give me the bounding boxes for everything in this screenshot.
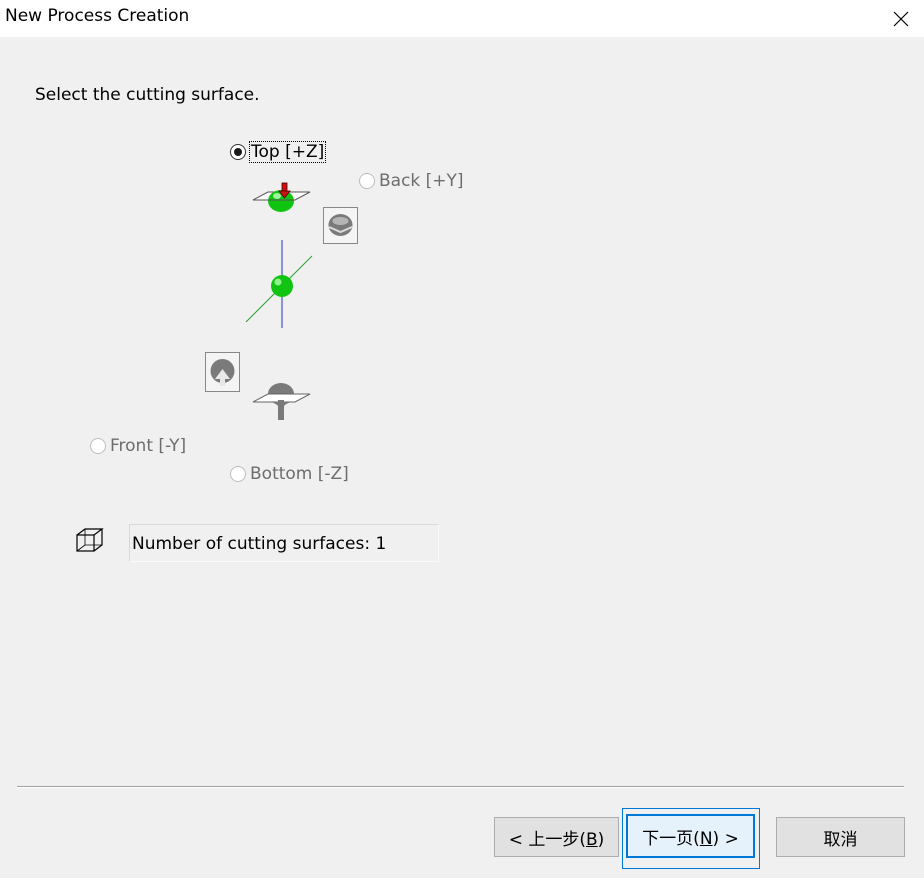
radio-top-label: Top [+Z]	[248, 141, 327, 163]
cube-icon	[76, 528, 104, 552]
next-button-label: 下一页(N) >	[642, 828, 739, 849]
close-button[interactable]	[878, 0, 924, 37]
back-button[interactable]: < 上一步(B)	[494, 817, 619, 857]
next-button[interactable]: 下一页(N) >	[626, 814, 755, 858]
bottom-surface-icon[interactable]	[250, 380, 312, 424]
back-button-label: < 上一步(B)	[508, 829, 605, 850]
front-surface-icon[interactable]	[205, 352, 240, 392]
radio-front-indicator[interactable]	[90, 438, 106, 454]
radio-front[interactable]: Front [-Y]	[90, 436, 186, 456]
radio-bottom-indicator[interactable]	[230, 466, 246, 482]
radio-back-indicator[interactable]	[359, 173, 375, 189]
close-icon	[893, 11, 909, 26]
radio-front-label: Front [-Y]	[110, 436, 187, 456]
cutting-surfaces-count: Number of cutting surfaces: 1	[129, 524, 439, 562]
axis-diagram	[245, 240, 313, 328]
cancel-button[interactable]: 取消	[776, 817, 905, 857]
radio-top-indicator[interactable]	[230, 144, 246, 160]
instruction-label: Select the cutting surface.	[35, 85, 260, 105]
radio-bottom-label: Bottom [-Z]	[250, 464, 349, 484]
title-bar: New Process Creation	[0, 0, 924, 37]
radio-back[interactable]: Back [+Y]	[359, 171, 464, 191]
window-title: New Process Creation	[5, 6, 190, 26]
back-surface-icon[interactable]	[323, 207, 358, 244]
radio-bottom[interactable]: Bottom [-Z]	[230, 464, 349, 484]
separator-line	[17, 786, 904, 788]
radio-back-label: Back [+Y]	[379, 171, 464, 191]
radio-top[interactable]: Top [+Z]	[230, 141, 327, 163]
top-surface-icon[interactable]	[250, 180, 312, 214]
